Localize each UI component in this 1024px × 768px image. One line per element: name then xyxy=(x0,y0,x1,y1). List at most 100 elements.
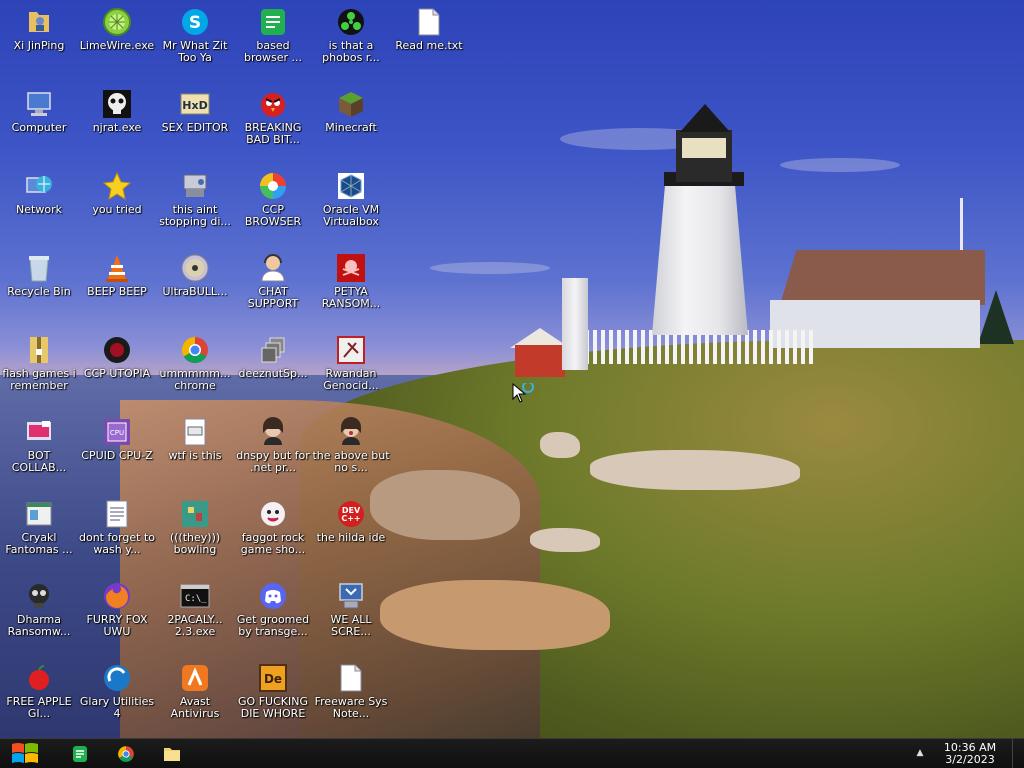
desktop-icon-they-bowling[interactable]: (((they))) bowling xyxy=(156,498,234,556)
angry-bird-icon xyxy=(257,88,289,120)
desktop-icon-this-aint-stopping[interactable]: this aint stopping di... xyxy=(156,170,234,228)
desktop-icon-bot-collab[interactable]: BOT COLLAB... xyxy=(0,416,78,474)
chrome-icon xyxy=(179,334,211,366)
taskbar-clock[interactable]: 10:36 AM 3/2/2023 xyxy=(932,740,1008,768)
taskbar: ▲ 10:36 AM 3/2/2023 xyxy=(0,738,1024,768)
traffic-cone-icon xyxy=(101,252,133,284)
avast-icon xyxy=(179,662,211,694)
desktop-icon-njrat[interactable]: njrat.exe xyxy=(78,88,156,134)
desktop-icon-chat-support[interactable]: CHAT SUPPORT xyxy=(234,252,312,310)
desktop-icon-the-above[interactable]: the above but no s... xyxy=(312,416,390,474)
discord-icon xyxy=(257,580,289,612)
desktop-icon-avast[interactable]: Avast Antivirus xyxy=(156,662,234,720)
window-app-icon xyxy=(23,498,55,530)
support-agent-icon xyxy=(257,252,289,284)
taskbar-app-based-browser[interactable] xyxy=(60,739,100,768)
mouse-cursor-icon xyxy=(512,381,538,409)
desktop-icon-limewire[interactable]: LimeWire.exe xyxy=(78,6,156,52)
start-button[interactable] xyxy=(6,739,44,768)
desktop-icon-dharma[interactable]: Dharma Ransomw... xyxy=(0,580,78,638)
hex-editor-icon: HxD xyxy=(179,88,211,120)
cmd-icon: C:\_ xyxy=(179,580,211,612)
face-portrait-icon xyxy=(257,416,289,448)
glary-icon xyxy=(101,662,133,694)
green-document-icon xyxy=(73,745,87,762)
zip-folder-icon xyxy=(23,334,55,366)
chrome-icon xyxy=(118,745,134,762)
firefox-icon xyxy=(101,580,133,612)
desktop-icon-hilda-ide[interactable]: DEV C++ the hilda ide xyxy=(312,498,390,544)
desktop-icon-2pacaly[interactable]: C:\_ 2PACALY... 2.3.exe xyxy=(156,580,234,638)
limewire-icon xyxy=(101,6,133,38)
desktop-icon-minecraft[interactable]: Minecraft xyxy=(312,88,390,134)
desktop-icon-petya[interactable]: PETYA RANSOM... xyxy=(312,252,390,310)
desktop-icon-go-die[interactable]: De GO FUCKING DIE WHORE xyxy=(234,662,312,720)
taskbar-app-file-explorer[interactable] xyxy=(152,739,192,768)
desktop-icon-deeznut[interactable]: deeznutSp... xyxy=(234,334,312,380)
desktop-icon-chrome[interactable]: ummmmm... chrome xyxy=(156,334,234,392)
skype-icon: S xyxy=(179,6,211,38)
desktop-icon-ultrabull[interactable]: UltraBULL... xyxy=(156,252,234,298)
devcpp-icon: DEV C++ xyxy=(335,498,367,530)
skull-icon xyxy=(101,88,133,120)
network-globe-icon xyxy=(23,170,55,202)
svg-text:C:\_: C:\_ xyxy=(185,594,207,604)
show-hidden-icons-chevron-up-icon[interactable]: ▲ xyxy=(912,745,928,761)
green-document-icon xyxy=(257,6,289,38)
desktop-icon-cryakl[interactable]: Cryakl Fantomas ... xyxy=(0,498,78,556)
desktop-icon-xi-jinping[interactable]: Xi JinPing xyxy=(0,6,78,52)
desktop-icon-furry-fox[interactable]: FURRY FOX UWU xyxy=(78,580,156,638)
red-skull-icon xyxy=(335,252,367,284)
svg-text:HxD: HxD xyxy=(182,99,207,112)
cpuz-icon: CPU xyxy=(101,416,133,448)
svg-text:C++: C++ xyxy=(341,514,360,523)
desktop-icon-computer[interactable]: Computer xyxy=(0,88,78,134)
cartoon-face-icon xyxy=(257,498,289,530)
desktop-icon-dnspy[interactable]: dnspy but for .net pr... xyxy=(234,416,312,474)
desktop-icon-breaking-bad[interactable]: BREAKING BAD BIT... xyxy=(234,88,312,146)
desktop-icon-cpuz[interactable]: CPU CPUID CPU-Z xyxy=(78,416,156,462)
pixel-game-icon xyxy=(179,498,211,530)
desktop-icon-freeware-sys[interactable]: Freeware Sys Note... xyxy=(312,662,390,720)
folder-person-icon xyxy=(23,6,55,38)
desktop-icon-beep-beep[interactable]: BEEP BEEP xyxy=(78,252,156,298)
desktop-icon-wtf-is-this[interactable]: wtf is this xyxy=(156,416,234,462)
face-portrait-icon xyxy=(335,416,367,448)
desktop-icon-read-me[interactable]: Read me.txt xyxy=(390,6,468,52)
disk-tool-icon xyxy=(179,170,211,202)
desktop-icon-network[interactable]: Network xyxy=(0,170,78,216)
recycle-bin-icon xyxy=(23,252,55,284)
svg-text:CPU: CPU xyxy=(110,429,124,437)
desktop[interactable]: Xi JinPing Computer Network Recycle Bin … xyxy=(0,0,1024,738)
windows-logo-icon xyxy=(12,742,38,763)
dark-skull-icon xyxy=(23,580,55,612)
folder-icon xyxy=(164,747,180,761)
desktop-icon-phobos[interactable]: is that a phobos r... xyxy=(312,6,390,64)
paint-folder-icon xyxy=(23,416,55,448)
desktop-icon-sex-editor[interactable]: HxD SEX EDITOR xyxy=(156,88,234,134)
desktop-icon-ccp-utopia[interactable]: CCP UTOPIA xyxy=(78,334,156,380)
desktop-icon-free-apple[interactable]: FREE APPLE GI... xyxy=(0,662,78,720)
desktop-icon-recycle-bin[interactable]: Recycle Bin xyxy=(0,252,78,298)
settings-file-icon xyxy=(179,416,211,448)
stacked-windows-icon xyxy=(257,334,289,366)
color-wheel-icon xyxy=(257,170,289,202)
show-desktop-button[interactable] xyxy=(1012,739,1024,768)
disc-icon xyxy=(179,252,211,284)
desktop-icon-glary[interactable]: Glary Utilities 4 xyxy=(78,662,156,720)
desktop-icon-virtualbox[interactable]: Oracle VM Virtualbox xyxy=(312,170,390,228)
desktop-icon-get-groomed[interactable]: Get groomed by transge... xyxy=(234,580,312,638)
desktop-icon-mr-what-zit[interactable]: S Mr What Zit Too Ya xyxy=(156,6,234,64)
desktop-icon-rwandan[interactable]: Rwandan Genocid... xyxy=(312,334,390,392)
desktop-icon-ccp-browser[interactable]: CCP BROWSER xyxy=(234,170,312,228)
desktop-icon-dont-forget[interactable]: dont forget to wash y... xyxy=(78,498,156,556)
desktop-icon-based-browser[interactable]: based browser ... xyxy=(234,6,312,64)
desktop-icon-we-all-scre[interactable]: WE ALL SCRE... xyxy=(312,580,390,638)
dark-circle-icon xyxy=(101,334,133,366)
desktop-icon-you-tried[interactable]: you tried xyxy=(78,170,156,216)
desktop-icon-flash-games[interactable]: flash games i remember xyxy=(0,334,78,392)
minecraft-icon xyxy=(335,88,367,120)
taskbar-app-chrome[interactable] xyxy=(106,739,146,768)
desktop-icon-rock-game[interactable]: faggot rock game sho... xyxy=(234,498,312,556)
tool-app-icon xyxy=(335,334,367,366)
